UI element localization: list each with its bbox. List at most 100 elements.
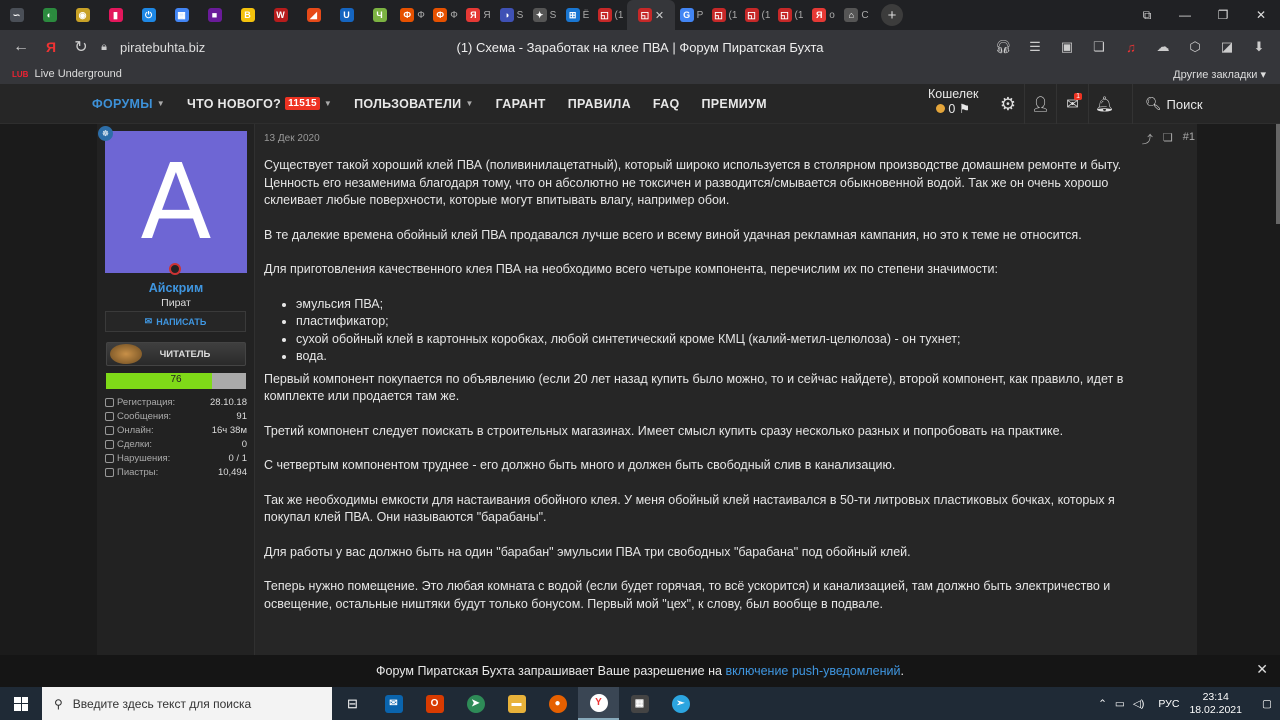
post-date[interactable]: 13 Дек 2020 bbox=[264, 133, 320, 144]
reader-mode-icon[interactable]: ☰ bbox=[1022, 34, 1048, 60]
lock-icon[interactable]: 🔒︎ bbox=[96, 32, 112, 62]
headphones-icon[interactable]: 🎧︎ bbox=[990, 34, 1016, 60]
start-button[interactable] bbox=[0, 687, 42, 720]
stat-row: Сделки: 0 bbox=[105, 437, 247, 451]
telegram-icon[interactable]: ➣ bbox=[660, 687, 701, 720]
bookmark-post-icon[interactable]: ❏ bbox=[1163, 131, 1173, 147]
share-icon[interactable]: ⤴ bbox=[1142, 131, 1153, 147]
network-icon[interactable]: ▭ bbox=[1115, 698, 1125, 710]
forum-nav-item[interactable]: ЧТО НОВОГО? 11515 ▼ bbox=[187, 84, 332, 124]
close-tab-icon[interactable]: ✕ bbox=[655, 9, 664, 22]
wallet[interactable]: Кошелек 0 ⚑ bbox=[928, 87, 979, 116]
bookmark-icon[interactable]: ❏ bbox=[1086, 34, 1112, 60]
address-domain[interactable]: piratebuhta.biz bbox=[120, 40, 205, 55]
post-paragraph: Третий компонент следует поискать в стро… bbox=[264, 423, 1064, 438]
chevron-down-icon[interactable]: ▼ bbox=[157, 99, 165, 108]
downloads-icon[interactable]: ⬇ bbox=[1246, 34, 1272, 60]
mail-icon[interactable]: ✉ bbox=[373, 687, 414, 720]
push-notification-banner: Форум Пиратская Бухта запрашивает Ваше р… bbox=[0, 655, 1280, 687]
browser-tab[interactable]: ◱ (1 bbox=[708, 0, 741, 30]
browser-tab[interactable]: U bbox=[330, 0, 363, 30]
coins-icon bbox=[105, 467, 114, 477]
browser-tab[interactable]: W bbox=[264, 0, 297, 30]
stat-value: 0 bbox=[241, 438, 247, 450]
tray-chevron-icon[interactable]: ⌃ bbox=[1098, 698, 1107, 710]
green-app-icon[interactable]: ➤ bbox=[455, 687, 496, 720]
language-indicator[interactable]: РУС bbox=[1158, 698, 1179, 710]
browser-tab[interactable]: ✦ S bbox=[528, 0, 561, 30]
settings-gear-icon[interactable]: ⚙ bbox=[992, 84, 1024, 124]
reload-icon[interactable]: ↻ bbox=[66, 32, 96, 62]
taskbar-search[interactable]: ⚲ Введите здесь текст для поиска bbox=[42, 687, 332, 720]
browser-tab[interactable]: ◉ bbox=[66, 0, 99, 30]
push-enable-link[interactable]: включение push-уведомлений bbox=[725, 664, 900, 678]
browser-tab[interactable]: ■ bbox=[198, 0, 231, 30]
browser-tab[interactable]: ⏻ bbox=[132, 0, 165, 30]
browser-tab[interactable]: Яо bbox=[807, 0, 840, 30]
browser-tab[interactable]: ◱ (1 bbox=[594, 0, 627, 30]
forum-nav-item[interactable]: ПРАВИЛА bbox=[568, 84, 631, 124]
account-icon[interactable]: 👤︎ bbox=[1024, 84, 1056, 124]
browser-tab[interactable]: ∽ bbox=[0, 0, 33, 30]
task-view-icon[interactable]: ⊟ bbox=[332, 687, 373, 720]
avatar[interactable]: A bbox=[105, 131, 247, 273]
back-icon[interactable]: ← bbox=[6, 32, 36, 62]
close-icon[interactable]: ✕ bbox=[1256, 661, 1268, 678]
browser-tab[interactable]: ФФ bbox=[396, 0, 429, 30]
scrollbar[interactable] bbox=[1276, 124, 1280, 224]
office-icon[interactable]: O bbox=[414, 687, 455, 720]
bookmark-live-underground[interactable]: Live Underground bbox=[34, 68, 121, 80]
browser-tab[interactable]: Ч bbox=[363, 0, 396, 30]
forum-nav-item[interactable]: ГАРАНТ bbox=[496, 84, 546, 124]
browser-tab[interactable]: ⊞ Ё bbox=[561, 0, 594, 30]
action-center-icon[interactable]: ▢ bbox=[1254, 698, 1280, 710]
calculator-icon[interactable]: ▦ bbox=[619, 687, 660, 720]
volume-icon[interactable]: ◁) bbox=[1133, 698, 1145, 710]
forum-nav-item[interactable]: ПРЕМИУМ bbox=[702, 84, 767, 124]
browser-tab[interactable]: ◱ ✕ bbox=[627, 0, 675, 30]
chevron-down-icon[interactable]: ▼ bbox=[465, 99, 473, 108]
username[interactable]: Айскрим bbox=[105, 281, 247, 295]
other-bookmarks[interactable]: Другие закладки ▾ bbox=[1173, 68, 1266, 81]
browser-tab[interactable]: ◐ bbox=[33, 0, 66, 30]
collections-icon[interactable]: ▣ bbox=[1054, 34, 1080, 60]
tab-favicon-icon: B bbox=[240, 8, 255, 22]
forum-nav-item[interactable]: FAQ bbox=[653, 84, 680, 124]
forum-nav-item[interactable]: ФОРУМЫ ▼ bbox=[92, 84, 165, 124]
browser-tab[interactable]: ◱ (1 bbox=[741, 0, 774, 30]
browser-tab[interactable]: ЯЯ bbox=[462, 0, 495, 30]
browser-tab[interactable]: ▮ bbox=[99, 0, 132, 30]
yandex-browser-icon[interactable]: Y bbox=[578, 687, 619, 720]
new-tab-button[interactable]: + bbox=[881, 4, 903, 26]
browser-tab[interactable]: ▦ bbox=[165, 0, 198, 30]
maximize-button[interactable]: ❐ bbox=[1204, 0, 1242, 30]
browser-tab[interactable]: GP bbox=[675, 0, 708, 30]
post-number[interactable]: #1 bbox=[1183, 131, 1195, 147]
search-button[interactable]: 🔍︎ Поиск bbox=[1132, 84, 1203, 124]
browser-tab[interactable]: ◱ (1 bbox=[774, 0, 807, 30]
file-explorer-icon[interactable]: ▬ bbox=[496, 687, 537, 720]
live-underground-logo-icon: LUB bbox=[12, 69, 29, 79]
browser-tab[interactable]: B bbox=[231, 0, 264, 30]
extension-icon[interactable]: ⬡ bbox=[1182, 34, 1208, 60]
deals-icon bbox=[105, 439, 114, 449]
browser-tab[interactable]: ФФ bbox=[429, 0, 462, 30]
post-actions: ⤴ ❏ #1 bbox=[1142, 131, 1195, 147]
write-message-button[interactable]: ✉ НАПИСАТЬ bbox=[105, 311, 246, 332]
profile-sync-icon[interactable]: ◪ bbox=[1214, 34, 1240, 60]
browser-tab[interactable]: ◢ bbox=[297, 0, 330, 30]
alerts-bell-icon[interactable]: 🔔︎ bbox=[1088, 84, 1120, 124]
forum-nav-item[interactable]: ПОЛЬЗОВАТЕЛИ ▼ bbox=[354, 84, 474, 124]
browser-tab[interactable]: ◑ S bbox=[495, 0, 528, 30]
firefox-icon[interactable]: ● bbox=[537, 687, 578, 720]
chevron-down-icon[interactable]: ▼ bbox=[324, 99, 332, 108]
tab-search-icon[interactable]: ⧉ bbox=[1128, 0, 1166, 30]
clock[interactable]: 23:14 18.02.2021 bbox=[1189, 691, 1242, 717]
messages-icon[interactable]: ✉ 1 bbox=[1056, 84, 1088, 124]
yandex-icon[interactable]: Я bbox=[36, 32, 66, 62]
minimize-button[interactable]: — bbox=[1166, 0, 1204, 30]
close-window-button[interactable]: ✕ bbox=[1242, 0, 1280, 30]
music-icon[interactable]: ♫ bbox=[1118, 34, 1144, 60]
browser-tab[interactable]: ⌂ C bbox=[840, 0, 873, 30]
cloud-icon[interactable]: ☁ bbox=[1150, 34, 1176, 60]
